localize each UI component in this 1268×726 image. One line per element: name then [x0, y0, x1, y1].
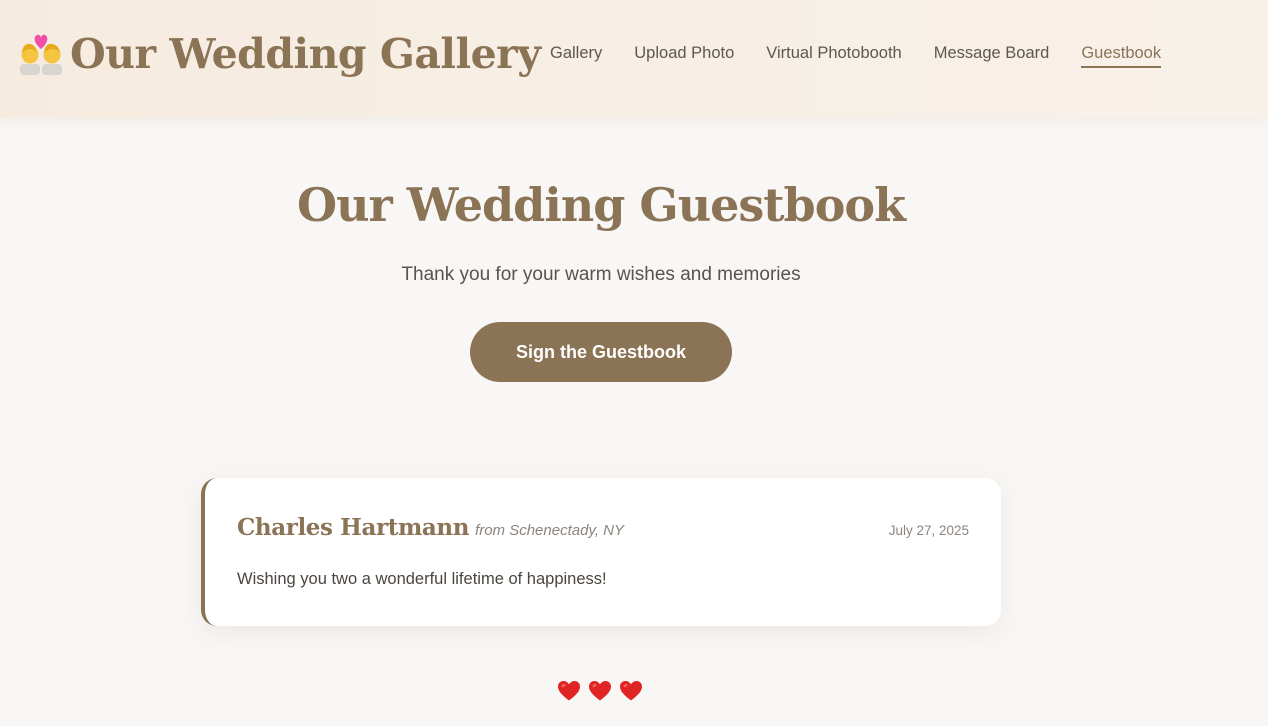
entry-header: Charles Hartmann from Schenectady, NY Ju… — [237, 514, 969, 546]
heart-icon — [589, 681, 611, 701]
entry-message: Wishing you two a wonderful lifetime of … — [237, 570, 607, 588]
nav-link-virtual-photobooth[interactable]: Virtual Photobooth — [766, 42, 901, 68]
brand[interactable]: Our Wedding Gallery — [20, 28, 541, 80]
site-header: Our Wedding Gallery Gallery Upload Photo… — [0, 0, 1268, 118]
hearts-decoration — [557, 679, 643, 703]
entry-location: from Schenectady, NY — [475, 522, 624, 539]
nav-link-upload-photo[interactable]: Upload Photo — [634, 42, 734, 68]
nav-link-gallery[interactable]: Gallery — [550, 42, 602, 68]
entry-date: July 27, 2025 — [888, 523, 969, 538]
couple-with-heart-icon — [20, 34, 62, 75]
entry-author-name: Charles Hartmann — [237, 514, 470, 541]
page-subtitle: Thank you for your warm wishes and memor… — [401, 264, 801, 285]
guestbook-entry: Charles Hartmann from Schenectady, NY Ju… — [201, 478, 1001, 626]
main-nav: Gallery Upload Photo Virtual Photobooth … — [550, 42, 1162, 68]
nav-link-message-board[interactable]: Message Board — [934, 42, 1050, 68]
page-title: Our Wedding Guestbook — [297, 178, 906, 232]
sign-guestbook-button[interactable]: Sign the Guestbook — [470, 322, 732, 382]
heart-icon — [620, 681, 642, 701]
nav-link-guestbook[interactable]: Guestbook — [1081, 42, 1162, 68]
brand-title: Our Wedding Gallery — [70, 30, 541, 78]
heart-icon — [558, 681, 580, 701]
